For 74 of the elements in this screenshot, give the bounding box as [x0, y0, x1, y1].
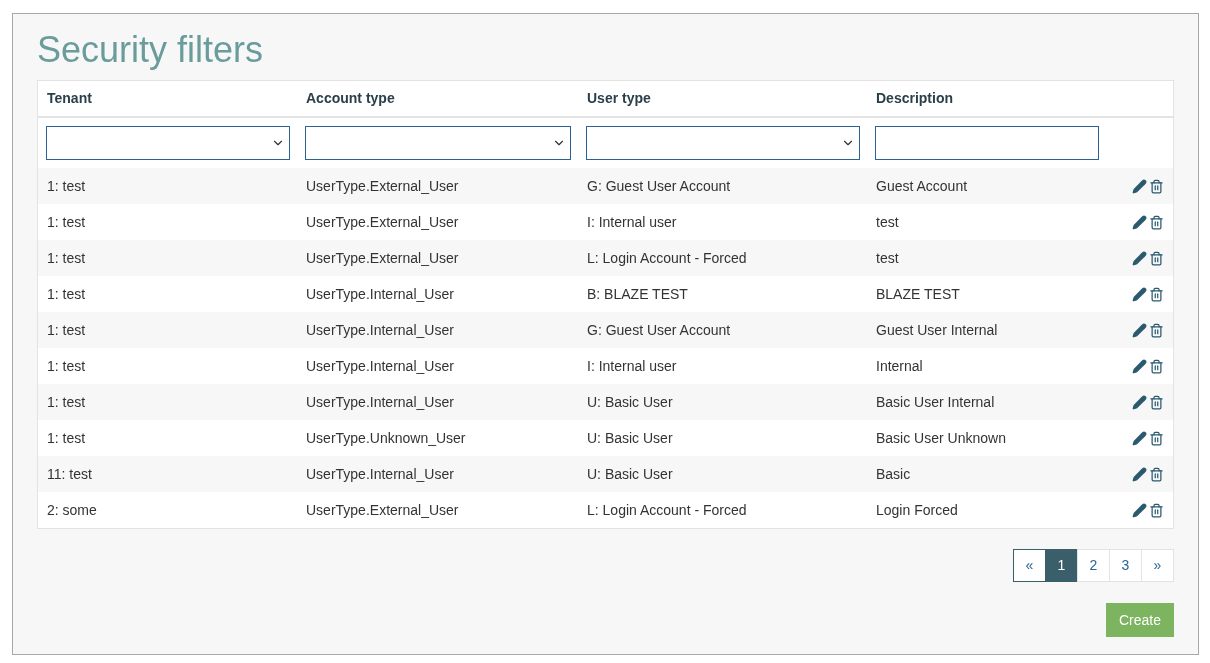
filter-input[interactable]	[875, 126, 1099, 160]
table-cell: 1: test	[47, 321, 86, 338]
table-cell: L: Login Account - Forced	[587, 501, 747, 518]
table-cell: 2: some	[47, 501, 97, 518]
table-cell: UserType.External_User	[306, 177, 459, 194]
column-header: Description	[876, 90, 953, 106]
table-cell: 1: test	[47, 249, 86, 266]
table-cell: UserType.External_User	[306, 213, 459, 230]
table-cell: Basic User Unknown	[876, 429, 1006, 446]
table-cell: U: Basic User	[587, 429, 673, 446]
edit-pencil-icon[interactable]	[1132, 250, 1147, 266]
table-cell: 11: test	[47, 465, 92, 482]
table-cell: G: Guest User Account	[587, 321, 731, 338]
filter-dropdown[interactable]	[586, 126, 860, 160]
edit-pencil-icon[interactable]	[1132, 502, 1147, 518]
delete-trash-icon[interactable]	[1149, 214, 1164, 230]
edit-pencil-icon[interactable]	[1132, 394, 1147, 410]
table-cell: 1: test	[47, 213, 86, 230]
table-cell: Guest Account	[876, 177, 968, 194]
column-header: Tenant	[47, 90, 92, 106]
edit-pencil-icon[interactable]	[1132, 466, 1147, 482]
delete-trash-icon[interactable]	[1149, 250, 1164, 266]
edit-pencil-icon[interactable]	[1132, 286, 1147, 302]
table-cell: Login Forced	[876, 501, 958, 518]
table-cell: Internal	[876, 357, 923, 374]
delete-trash-icon[interactable]	[1149, 502, 1164, 518]
filter-dropdown[interactable]	[305, 126, 571, 160]
table-cell: Basic	[876, 465, 911, 482]
delete-trash-icon[interactable]	[1149, 430, 1164, 446]
table-cell: I: Internal user	[587, 357, 677, 374]
delete-trash-icon[interactable]	[1149, 358, 1164, 374]
pagination-button[interactable]: «	[1013, 549, 1046, 582]
delete-trash-icon[interactable]	[1149, 394, 1164, 410]
table-cell: test	[876, 213, 899, 230]
table-cell: test	[876, 249, 899, 266]
table-cell: G: Guest User Account	[587, 177, 731, 194]
edit-pencil-icon[interactable]	[1132, 322, 1147, 338]
delete-trash-icon[interactable]	[1149, 178, 1164, 194]
table-cell: 1: test	[47, 429, 86, 446]
pagination-button[interactable]: 3	[1109, 549, 1142, 582]
edit-pencil-icon[interactable]	[1132, 430, 1147, 446]
edit-pencil-icon[interactable]	[1132, 178, 1147, 194]
edit-pencil-icon[interactable]	[1132, 358, 1147, 374]
table-cell: L: Login Account - Forced	[587, 249, 747, 266]
column-header: Account type	[306, 90, 395, 106]
pagination-button[interactable]: 1	[1045, 549, 1078, 582]
table-cell: UserType.External_User	[306, 501, 459, 518]
table-cell: 1: test	[47, 357, 86, 374]
table-cell: UserType.External_User	[306, 249, 459, 266]
table-cell: U: Basic User	[587, 465, 673, 482]
table-cell: UserType.Internal_User	[306, 393, 454, 410]
table-cell: UserType.Internal_User	[306, 285, 454, 302]
table-cell: I: Internal user	[587, 213, 677, 230]
pagination-button[interactable]: 2	[1077, 549, 1110, 582]
page-title: Security filters	[37, 28, 264, 72]
edit-pencil-icon[interactable]	[1132, 214, 1147, 230]
table-cell: UserType.Internal_User	[306, 465, 454, 482]
table-cell: BLAZE TEST	[876, 285, 960, 302]
table-cell: Guest User Internal	[876, 321, 998, 338]
table-cell: UserType.Internal_User	[306, 321, 454, 338]
pagination-button[interactable]: »	[1141, 549, 1174, 582]
table-cell: UserType.Internal_User	[306, 357, 454, 374]
delete-trash-icon[interactable]	[1149, 322, 1164, 338]
table-cell: UserType.Unknown_User	[306, 429, 466, 446]
delete-trash-icon[interactable]	[1149, 466, 1164, 482]
column-header: User type	[587, 90, 651, 106]
table-cell: B: BLAZE TEST	[587, 285, 688, 302]
table-cell: 1: test	[47, 393, 86, 410]
table-cell: 1: test	[47, 285, 86, 302]
table-cell: Basic User Internal	[876, 393, 995, 410]
filter-dropdown[interactable]	[46, 126, 290, 160]
table-cell: 1: test	[47, 177, 86, 194]
table-cell: U: Basic User	[587, 393, 673, 410]
delete-trash-icon[interactable]	[1149, 286, 1164, 302]
